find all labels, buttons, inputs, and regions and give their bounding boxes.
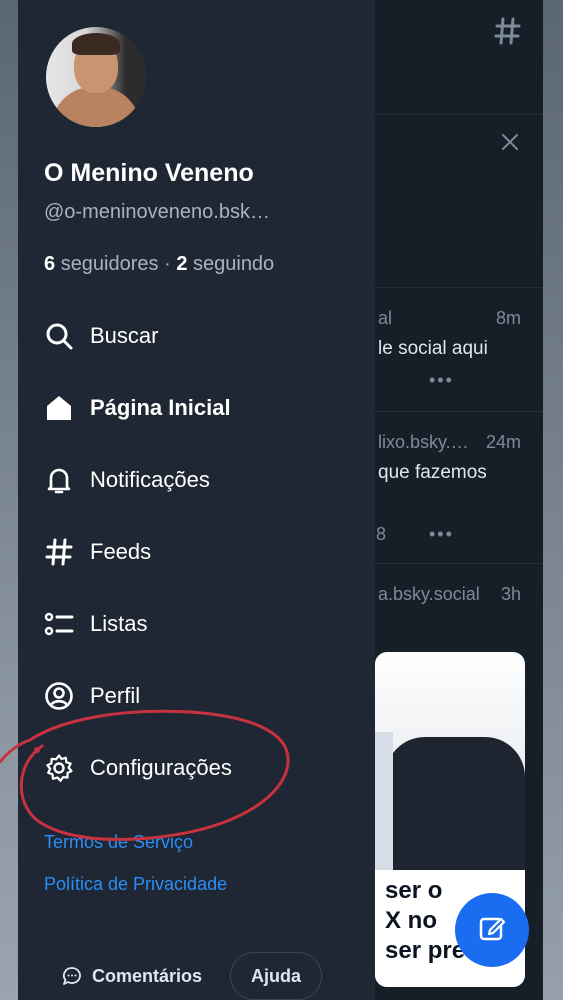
feeds-hash-icon[interactable]: [494, 16, 522, 46]
more-options-icon[interactable]: •••: [429, 370, 454, 391]
user-circle-icon: [44, 681, 74, 711]
profile-handle: @o-meninoveneno.bsk…: [44, 201, 270, 223]
nav-item-label: Notificações: [90, 467, 210, 492]
following-label[interactable]: seguindo: [193, 253, 274, 275]
background-right: [543, 0, 563, 1000]
compose-button[interactable]: [455, 893, 529, 967]
nav-item-label: Buscar: [90, 323, 159, 348]
nav-item-label: Perfil: [90, 683, 141, 708]
close-icon[interactable]: [500, 132, 520, 152]
nav-item-lists[interactable]: Listas: [44, 602, 354, 646]
photo-shirt: [375, 732, 393, 882]
post-time: 24m: [485, 432, 521, 452]
search-icon: [44, 321, 74, 351]
feedback-button[interactable]: Comentários: [52, 952, 212, 1000]
post-handle: al: [378, 308, 393, 328]
avatar[interactable]: [46, 27, 146, 127]
home-icon: [44, 393, 74, 423]
nav-item-label: Configurações: [90, 755, 232, 780]
photo-person: [385, 737, 525, 887]
gear-icon: [44, 753, 74, 783]
followers-count[interactable]: 6: [44, 253, 55, 275]
following-count[interactable]: 2: [176, 253, 187, 275]
profile-stats: 6 seguidores · 2 seguindo: [44, 253, 274, 276]
post-time: 3h: [500, 584, 521, 604]
post-text: que fazemos: [378, 462, 487, 483]
post-time: 8m: [495, 308, 521, 328]
more-options-icon[interactable]: •••: [429, 524, 454, 545]
nav-item-label: Página Inicial: [90, 395, 231, 420]
followers-label[interactable]: seguidores ·: [61, 253, 171, 275]
compose-icon: [477, 913, 507, 948]
list-icon: [44, 609, 74, 639]
background-left: [0, 0, 18, 1000]
hash-icon: [44, 537, 74, 567]
help-button[interactable]: Ajuda: [230, 952, 322, 1000]
chat-bubble-icon: [62, 966, 82, 986]
post-count: 8: [376, 524, 387, 544]
nav-item-settings[interactable]: Configurações: [44, 746, 354, 790]
nav-item-home[interactable]: Página Inicial: [44, 386, 354, 430]
help-label: Ajuda: [250, 965, 301, 986]
terms-of-service-link[interactable]: Termos de Serviço: [44, 832, 193, 853]
nav-item-profile[interactable]: Perfil: [44, 674, 354, 718]
privacy-policy-link[interactable]: Política de Privacidade: [44, 874, 227, 895]
profile-name: O Menino Veneno: [44, 159, 254, 187]
post-handle: lixo.bsky.…: [378, 432, 469, 452]
nav-item-notifications[interactable]: Notificações: [44, 458, 354, 502]
nav-item-label: Listas: [90, 611, 148, 636]
navigation-drawer: O Menino Veneno @o-meninoveneno.bsk… 6 s…: [18, 0, 375, 1000]
nav-item-label: Feeds: [90, 539, 152, 564]
post-handle: a.bsky.social: [378, 584, 480, 604]
post-text: le social aqui: [378, 338, 488, 359]
feedback-label: Comentários: [91, 965, 203, 986]
nav-item-search[interactable]: Buscar: [44, 314, 354, 358]
bell-icon: [44, 465, 74, 495]
nav-item-feeds[interactable]: Feeds: [44, 530, 354, 574]
